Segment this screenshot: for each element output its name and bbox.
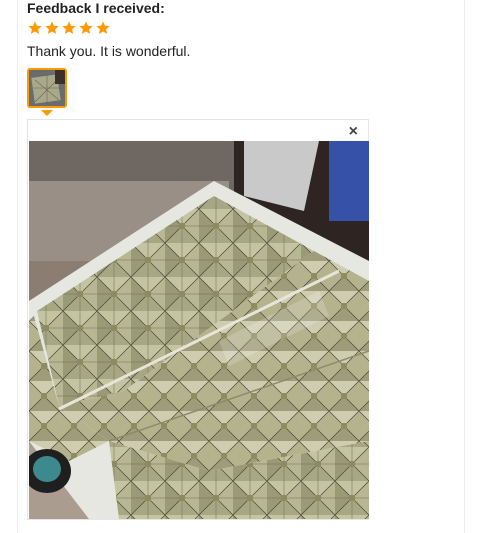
close-icon[interactable]: × <box>349 124 358 140</box>
feedback-title: Feedback I received: <box>27 0 165 16</box>
star-icon <box>44 20 60 36</box>
star-icon <box>27 20 43 36</box>
star-icon <box>78 20 94 36</box>
image-thumbnail[interactable] <box>27 68 67 108</box>
star-icon <box>61 20 77 36</box>
photo-image <box>29 141 369 519</box>
star-rating <box>27 20 111 36</box>
thumbnail-image <box>29 70 65 106</box>
review-comment: Thank you. It is wonderful. <box>27 43 191 59</box>
star-icon <box>95 20 111 36</box>
image-viewer: × <box>27 119 369 520</box>
review-photo[interactable] <box>29 141 369 519</box>
thumbnail-selected-caret <box>41 110 53 116</box>
